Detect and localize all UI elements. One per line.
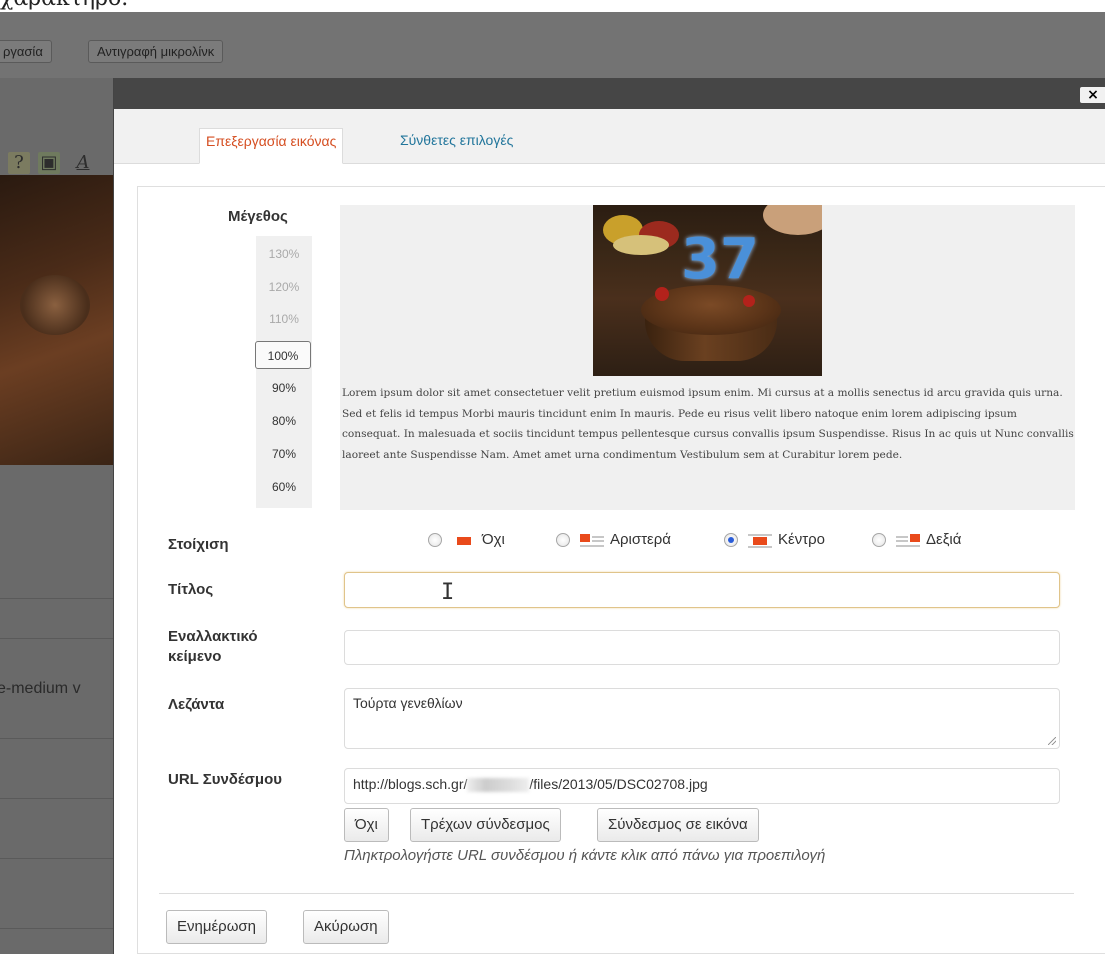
alt-text-label: Εναλλακτικό κείμενο: [168, 627, 258, 667]
preview-image: 37: [593, 205, 822, 376]
page-heading-strip: χαρακτηρο.: [0, 0, 1105, 12]
redacted-blur: [467, 778, 530, 793]
size-option[interactable]: 80%: [256, 407, 312, 435]
align-left-radio[interactable]: [556, 533, 570, 547]
background-divider: [0, 738, 115, 739]
alt-text-label-line2: κείμενο: [168, 648, 222, 665]
dialog-tabs: Επεξεργασία εικόνας Σύνθετες επιλογές: [114, 109, 1105, 164]
hand-shape: [763, 205, 822, 235]
dialog-titlebar: ×: [114, 78, 1105, 109]
alt-text-label-line1: Εναλλακτικό: [168, 628, 258, 645]
size-option[interactable]: 120%: [256, 273, 312, 301]
align-left-icon: [580, 533, 604, 549]
align-center-label: Κέντρο: [778, 531, 825, 548]
font-color-icon: A: [76, 152, 90, 173]
size-selector: 130% 120% 110% 100% 90% 80% 70% 60%: [255, 236, 312, 508]
background-divider: [0, 598, 115, 599]
update-button[interactable]: Ενημέρωση: [166, 910, 268, 944]
background-photo: [0, 175, 115, 465]
tab-edit-image[interactable]: Επεξεργασία εικόνας: [199, 128, 344, 164]
cancel-button[interactable]: Ακύρωση: [303, 910, 389, 944]
strawberry-shape: [743, 295, 755, 307]
size-option-selected[interactable]: 100%: [255, 341, 311, 369]
tab-advanced-settings[interactable]: Σύνθετες επιλογές: [394, 128, 519, 164]
align-none-radio[interactable]: [428, 533, 442, 547]
link-url-prefix: http://blogs.sch.gr/: [353, 776, 468, 792]
size-option[interactable]: 110%: [256, 305, 312, 333]
caption-label: Λεζάντα: [168, 696, 225, 713]
caption-textarea[interactable]: Τούρτα γενεθλίων: [344, 688, 1060, 749]
link-url-suffix: /files/2013/05/DSC02708.jpg: [529, 776, 708, 792]
background-copy-shortlink-button: Αντιγραφή μικρολίνκ: [88, 40, 224, 63]
background-toolbar: ργασία Αντιγραφή μικρολίνκ: [0, 12, 1105, 78]
align-right-icon: [896, 533, 920, 549]
fruit-shape: [613, 235, 669, 255]
resize-grip-icon[interactable]: [1048, 737, 1056, 745]
background-divider: [0, 638, 115, 639]
image-preview: 37 Lorem ipsum dolor sit amet consectetu…: [340, 205, 1075, 510]
background-class-label: e-medium v: [0, 680, 81, 697]
close-button[interactable]: ×: [1080, 87, 1105, 103]
image-icon: ▣: [38, 152, 60, 174]
help-icon: ?: [8, 152, 30, 174]
link-url-label: URL Συνδέσμου: [168, 771, 282, 788]
alignment-label: Στοίχιση: [168, 536, 229, 553]
align-none-icon: [452, 533, 476, 549]
preview-sample-text: Lorem ipsum dolor sit amet consectetuer …: [342, 387, 1074, 461]
background-divider: [0, 858, 115, 859]
image-edit-dialog: × Επεξεργασία εικόνας Σύνθετες επιλογές …: [113, 78, 1105, 954]
size-option[interactable]: 130%: [256, 240, 312, 268]
strawberry-shape: [655, 287, 669, 301]
link-url-value: http://blogs.sch.gr/ /files/2013/05/DSC02…: [353, 776, 708, 793]
align-right-label: Δεξιά: [926, 531, 962, 548]
text-cursor-icon: I: [441, 580, 455, 605]
background-divider: [0, 928, 115, 929]
background-editor: ? ▣ A Ω ⎙ A e-medium v: [0, 78, 115, 954]
alt-text-input[interactable]: [344, 630, 1060, 665]
align-none-label: Όχι: [482, 531, 505, 548]
size-option[interactable]: 90%: [256, 374, 312, 402]
candle-number: 37: [681, 227, 759, 292]
size-option[interactable]: 70%: [256, 440, 312, 468]
link-hint-text: Πληκτρολογήστε URL συνδέσμου ή κάντε κλι…: [344, 847, 826, 864]
page-heading-fragment: χαρακτηρο.: [0, 0, 128, 11]
background-divider: [0, 798, 115, 799]
link-url-input[interactable]: http://blogs.sch.gr/ /files/2013/05/DSC02…: [344, 768, 1060, 804]
link-current-button[interactable]: Τρέχων σύνδεσμος: [410, 808, 561, 842]
align-center-radio[interactable]: [724, 533, 738, 547]
size-title: Μέγεθος: [228, 208, 288, 225]
align-right-radio[interactable]: [872, 533, 886, 547]
align-left-label: Αριστερά: [610, 531, 671, 548]
title-label: Τίτλος: [168, 581, 214, 598]
size-option[interactable]: 60%: [256, 473, 312, 501]
background-editor-toolbar-row-1: ? ▣ A: [0, 148, 115, 178]
background-edit-button: ργασία: [0, 40, 52, 63]
link-none-button[interactable]: Όχι: [344, 808, 389, 842]
form-divider: [159, 893, 1074, 894]
link-to-image-button[interactable]: Σύνδεσμος σε εικόνα: [597, 808, 759, 842]
caption-text: Τούρτα γενεθλίων: [353, 695, 463, 711]
align-center-icon: [748, 533, 772, 549]
